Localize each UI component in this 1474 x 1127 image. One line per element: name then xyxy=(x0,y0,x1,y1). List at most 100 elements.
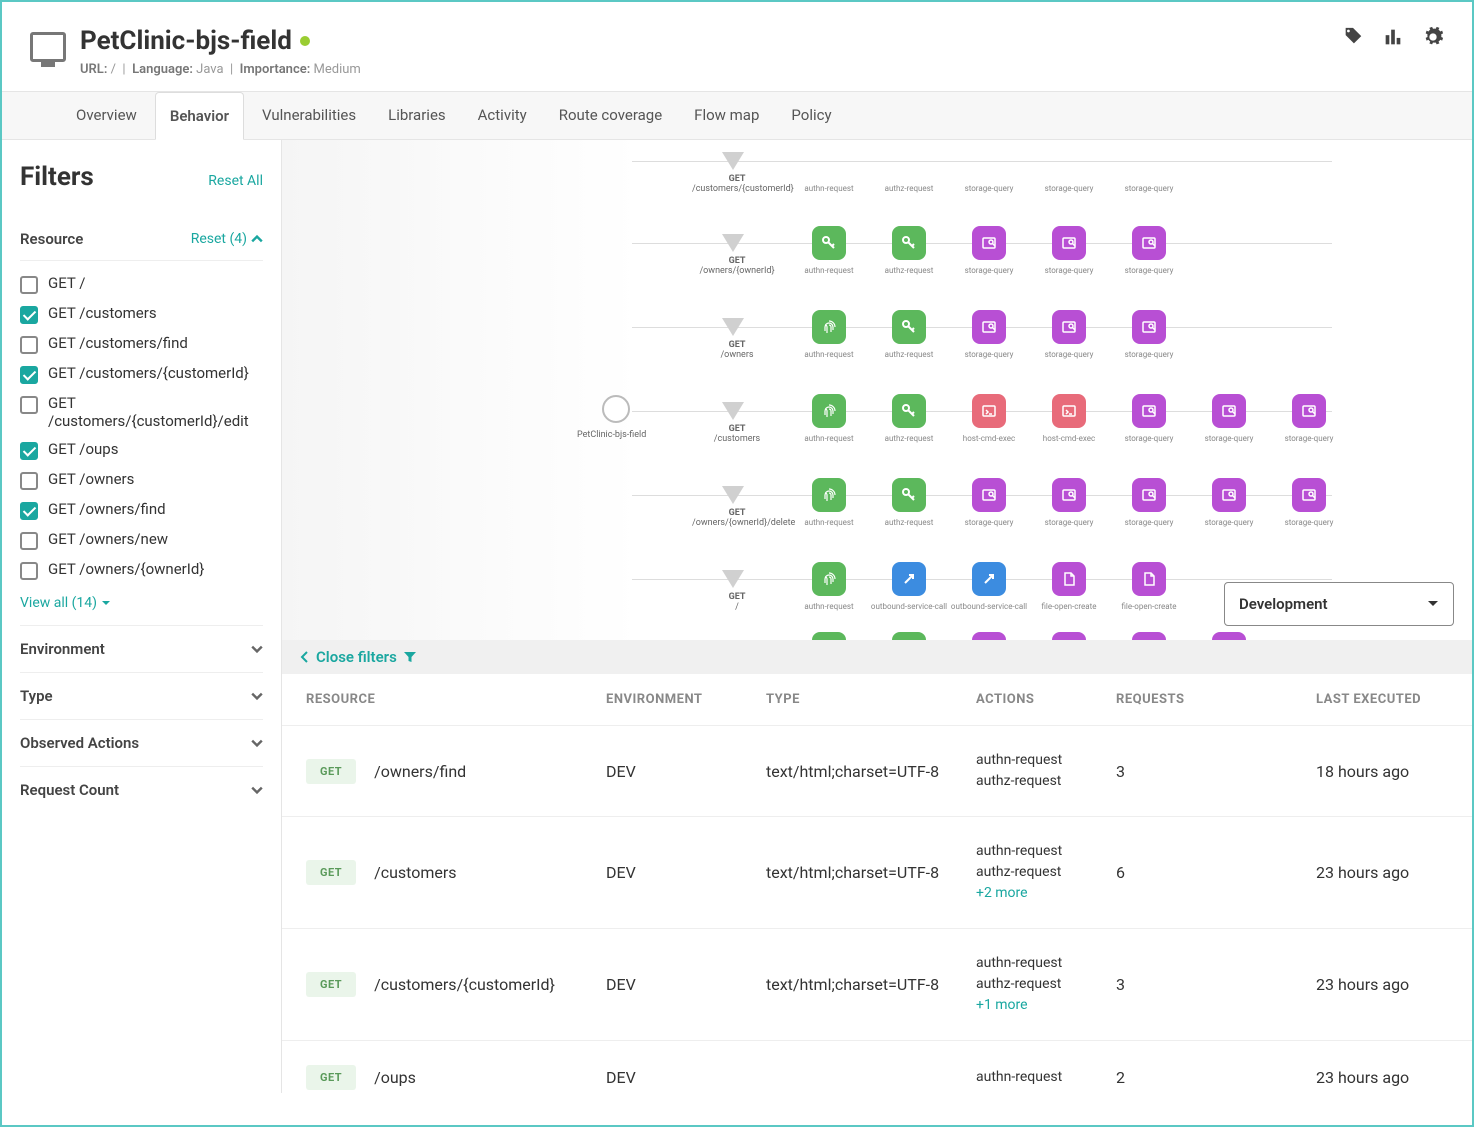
graph-action-node[interactable]: host-cmd-exec xyxy=(1052,394,1086,428)
resource-filter-row[interactable]: GET /customers/{customerId} xyxy=(20,359,263,389)
resource-filter-row[interactable]: GET /owners/{ownerId} xyxy=(20,555,263,585)
graph-action-node[interactable]: storage-query xyxy=(1212,478,1246,512)
resource-filter-row[interactable]: GET /owners xyxy=(20,465,263,495)
graph-node-label: authz-request xyxy=(885,184,934,193)
view-all-link[interactable]: View all (14) xyxy=(20,589,263,625)
filter-section-type[interactable]: Type xyxy=(20,672,263,719)
graph-action-node[interactable]: storage-query xyxy=(1052,478,1086,512)
checkbox[interactable] xyxy=(20,276,38,294)
table-row[interactable]: GET/customersDEVtext/html;charset=UTF-8a… xyxy=(282,817,1472,929)
stats-icon[interactable] xyxy=(1382,26,1404,48)
graph-action-node[interactable]: storage-query xyxy=(972,310,1006,344)
graph-action-node[interactable]: authz-request xyxy=(892,144,926,178)
checkbox[interactable] xyxy=(20,502,38,520)
tab-vulnerabilities[interactable]: Vulnerabilities xyxy=(248,92,370,139)
method-badge: GET xyxy=(306,759,356,784)
graph-action-node[interactable]: storage-query xyxy=(972,144,1006,178)
checkbox[interactable] xyxy=(20,442,38,460)
checkbox[interactable] xyxy=(20,306,38,324)
graph-action-node[interactable] xyxy=(812,632,846,640)
tab-policy[interactable]: Policy xyxy=(777,92,845,139)
resource-filter-row[interactable]: GET / xyxy=(20,269,263,299)
flow-graph[interactable]: PetClinic-bjs-field Development GET/cust… xyxy=(282,140,1472,640)
checkbox[interactable] xyxy=(20,472,38,490)
checkbox[interactable] xyxy=(20,532,38,550)
close-filters-button[interactable]: Close filters xyxy=(282,640,1472,674)
graph-action-node[interactable]: storage-query xyxy=(972,226,1006,260)
resource-filter-row[interactable]: GET /customers/find xyxy=(20,329,263,359)
graph-action-node[interactable]: authn-request xyxy=(812,562,846,596)
last-executed-cell: 23 hours ago xyxy=(1256,975,1448,994)
graph-action-node[interactable]: storage-query xyxy=(1132,310,1166,344)
graph-action-node[interactable] xyxy=(1212,632,1246,640)
more-actions-link[interactable]: +1 more xyxy=(976,997,1028,1013)
graph-action-node[interactable]: storage-query xyxy=(1132,226,1166,260)
graph-action-node[interactable] xyxy=(1132,632,1166,640)
resource-section-head[interactable]: Resource Reset (4) xyxy=(20,218,263,261)
tab-libraries[interactable]: Libraries xyxy=(374,92,460,139)
resource-filter-row[interactable]: GET /customers xyxy=(20,299,263,329)
checkbox[interactable] xyxy=(20,366,38,384)
table-row[interactable]: GET/owners/findDEVtext/html;charset=UTF-… xyxy=(282,726,1472,817)
requests-cell: 6 xyxy=(1116,863,1256,882)
gear-icon[interactable] xyxy=(1422,26,1444,48)
tag-icon[interactable] xyxy=(1342,26,1364,48)
resource-filter-row[interactable]: GET /owners/find xyxy=(20,495,263,525)
table-row[interactable]: GET/customers/{customerId}DEVtext/html;c… xyxy=(282,929,1472,1041)
filter-section-request-count[interactable]: Request Count xyxy=(20,766,263,813)
resource-filter-row[interactable]: GET /owners/new xyxy=(20,525,263,555)
tab-behavior[interactable]: Behavior xyxy=(155,92,244,140)
graph-action-node[interactable]: file-open-create xyxy=(1052,562,1086,596)
graph-action-node[interactable]: authn-request xyxy=(812,226,846,260)
resource-filter-row[interactable]: GET /oups xyxy=(20,435,263,465)
tab-route-coverage[interactable]: Route coverage xyxy=(545,92,676,139)
graph-node-label: storage-query xyxy=(1205,518,1254,527)
graph-action-node[interactable]: authn-request xyxy=(812,394,846,428)
column-header[interactable]: ENVIRONMENT xyxy=(606,692,766,707)
column-header[interactable]: LAST EXECUTED xyxy=(1256,692,1448,707)
reset-all-link[interactable]: Reset All xyxy=(208,173,263,189)
graph-action-node[interactable]: storage-query xyxy=(1292,394,1326,428)
tab-flow-map[interactable]: Flow map xyxy=(680,92,773,139)
graph-action-node[interactable]: authz-request xyxy=(892,394,926,428)
graph-action-node[interactable]: storage-query xyxy=(1212,394,1246,428)
table-row[interactable]: GET/oupsDEVauthn-request223 hours ago xyxy=(282,1041,1472,1093)
graph-action-node[interactable]: outbound-service-call xyxy=(972,562,1006,596)
graph-action-node[interactable]: authn-request xyxy=(812,144,846,178)
graph-action-node[interactable]: authz-request xyxy=(892,310,926,344)
graph-action-node[interactable] xyxy=(1052,632,1086,640)
graph-node-label: host-cmd-exec xyxy=(1043,434,1095,443)
column-header[interactable]: RESOURCE xyxy=(306,692,606,707)
graph-action-node[interactable]: storage-query xyxy=(1292,478,1326,512)
filters-sidebar: Filters Reset All Resource Reset (4) GET… xyxy=(2,140,282,1093)
graph-action-node[interactable]: storage-query xyxy=(1132,478,1166,512)
column-header[interactable]: TYPE xyxy=(766,692,976,707)
tab-overview[interactable]: Overview xyxy=(62,92,151,139)
column-header[interactable]: ACTIONS xyxy=(976,692,1116,707)
graph-action-node[interactable]: storage-query xyxy=(1132,144,1166,178)
column-header[interactable]: REQUESTS xyxy=(1116,692,1256,707)
graph-action-node[interactable]: authn-request xyxy=(812,310,846,344)
graph-action-node[interactable]: storage-query xyxy=(1052,310,1086,344)
resource-filter-row[interactable]: GET /customers/{customerId}/edit xyxy=(20,389,263,435)
filter-section-observed-actions[interactable]: Observed Actions xyxy=(20,719,263,766)
graph-action-node[interactable]: authn-request xyxy=(812,478,846,512)
graph-action-node[interactable] xyxy=(892,632,926,640)
graph-action-node[interactable]: storage-query xyxy=(1052,144,1086,178)
graph-action-node[interactable]: outbound-service-call xyxy=(892,562,926,596)
checkbox[interactable] xyxy=(20,336,38,354)
filter-section-environment[interactable]: Environment xyxy=(20,625,263,672)
more-actions-link[interactable]: +2 more xyxy=(976,885,1028,901)
graph-action-node[interactable]: storage-query xyxy=(1132,394,1166,428)
checkbox[interactable] xyxy=(20,396,38,414)
graph-action-node[interactable] xyxy=(972,632,1006,640)
checkbox[interactable] xyxy=(20,562,38,580)
graph-action-node[interactable]: authz-request xyxy=(892,226,926,260)
graph-action-node[interactable]: host-cmd-exec xyxy=(972,394,1006,428)
graph-action-node[interactable]: file-open-create xyxy=(1132,562,1166,596)
tab-activity[interactable]: Activity xyxy=(464,92,541,139)
graph-action-node[interactable]: authz-request xyxy=(892,478,926,512)
requests-cell: 3 xyxy=(1116,762,1256,781)
graph-action-node[interactable]: storage-query xyxy=(1052,226,1086,260)
graph-action-node[interactable]: storage-query xyxy=(972,478,1006,512)
